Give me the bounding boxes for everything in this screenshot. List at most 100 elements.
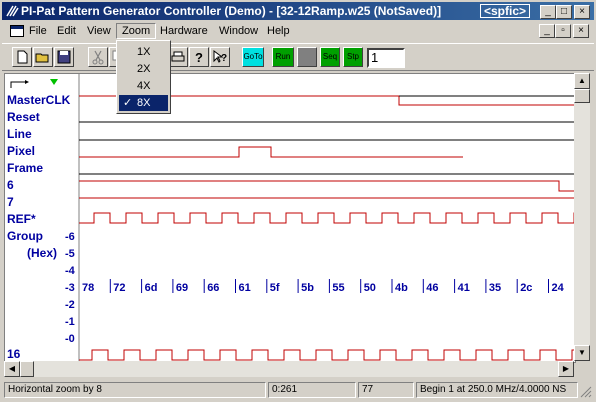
waveform-canvas[interactable]: MasterCLK Reset Line Pixel Frame 6 7 REF… xyxy=(5,74,575,362)
mdi-minimize-icon: _ xyxy=(544,25,550,36)
signal-label-line[interactable]: Line xyxy=(7,127,32,141)
toolbar: ? ? GoTo Run Seq Stp 1 xyxy=(2,43,594,71)
zoom-option-8x[interactable]: ✓ 8X xyxy=(119,95,168,111)
status-value: 77 xyxy=(358,382,414,398)
hex-value: 50 xyxy=(364,282,376,294)
pointer-help-icon: ? xyxy=(213,50,227,64)
hex-value: 69 xyxy=(176,282,188,294)
status-info: Begin 1 at 250.0 MHz/4.0000 NS xyxy=(416,382,578,398)
step-button[interactable]: Stp xyxy=(343,47,363,67)
scroll-down-button[interactable]: ▼ xyxy=(574,345,590,361)
signal-label-reset[interactable]: Reset xyxy=(7,110,40,124)
step-label: Stp xyxy=(346,52,359,61)
wave-ref xyxy=(79,212,575,224)
hex-value: 61 xyxy=(239,282,251,294)
signal-label-hex[interactable]: (Hex) xyxy=(27,246,57,260)
title-bar[interactable]: PI-Pat Pattern Generator Controller (Dem… xyxy=(2,2,594,20)
run-button[interactable]: Run xyxy=(272,47,294,67)
seq-button[interactable]: Seq xyxy=(320,47,340,67)
wave-6 xyxy=(79,180,575,192)
hex-value: 66 xyxy=(207,282,219,294)
scroll-right-button[interactable]: ▶ xyxy=(558,361,574,377)
question-icon: ? xyxy=(195,50,203,65)
cursor-marker-black[interactable] xyxy=(10,81,27,88)
scissors-icon xyxy=(92,50,104,65)
menu-edit[interactable]: Edit xyxy=(57,25,76,37)
hex-value: 24 xyxy=(552,282,565,294)
waveform-view[interactable]: MasterCLK Reset Line Pixel Frame 6 7 REF… xyxy=(4,73,576,363)
menu-view[interactable]: View xyxy=(87,25,111,37)
document-icon[interactable] xyxy=(10,25,24,37)
app-window: PI-Pat Pattern Generator Controller (Dem… xyxy=(0,0,596,402)
scroll-up-icon: ▲ xyxy=(578,76,586,85)
hex-value: 35 xyxy=(489,282,501,294)
group-axis-0: -0 xyxy=(65,333,75,345)
signal-label-16[interactable]: 16 xyxy=(7,347,21,361)
stop-button[interactable] xyxy=(297,47,317,67)
status-message: Horizontal zoom by 8 xyxy=(4,382,266,398)
resize-grip-icon[interactable] xyxy=(580,386,592,398)
status-position: 0:261 xyxy=(268,382,356,398)
hex-value: 78 xyxy=(82,282,94,294)
signal-label-pixel[interactable]: Pixel xyxy=(7,144,35,158)
zoom-option-4x[interactable]: 4X xyxy=(119,78,168,94)
new-button[interactable] xyxy=(12,47,32,67)
context-help-button[interactable]: ? xyxy=(210,47,230,67)
open-folder-icon xyxy=(35,53,49,63)
menu-hardware[interactable]: Hardware xyxy=(160,25,208,37)
hex-value: 5b xyxy=(301,282,314,294)
group-axis-5: -5 xyxy=(65,248,75,260)
signal-label-masterclk[interactable]: MasterCLK xyxy=(7,93,71,107)
zoom-option-1x[interactable]: 1X xyxy=(119,44,168,60)
vertical-scrollbar[interactable]: ▲ ▼ xyxy=(574,73,590,361)
signal-label-group[interactable]: Group xyxy=(7,229,43,243)
menu-window[interactable]: Window xyxy=(219,25,258,37)
save-button[interactable] xyxy=(54,47,74,67)
scroll-left-button[interactable]: ◀ xyxy=(4,361,20,377)
printer-icon xyxy=(171,51,185,62)
open-button[interactable] xyxy=(33,47,53,67)
maximize-icon: □ xyxy=(560,6,568,17)
about-button[interactable]: ? xyxy=(189,47,209,67)
mdi-close-button[interactable]: × xyxy=(573,24,589,38)
scroll-right-icon: ▶ xyxy=(562,364,570,373)
save-disk-icon xyxy=(57,50,71,64)
menu-help[interactable]: Help xyxy=(267,25,290,37)
new-file-icon xyxy=(17,50,28,64)
hex-value: 4b xyxy=(395,282,408,294)
signal-label-frame[interactable]: Frame xyxy=(7,161,43,175)
hex-value: 41 xyxy=(458,282,470,294)
app-icon xyxy=(6,5,19,17)
close-icon: × xyxy=(579,6,585,17)
cut-button[interactable] xyxy=(88,47,108,67)
menu-zoom[interactable]: Zoom xyxy=(116,23,157,39)
scroll-up-button[interactable]: ▲ xyxy=(574,73,590,89)
mdi-minimize-button[interactable]: _ xyxy=(539,24,555,38)
window-title: PI-Pat Pattern Generator Controller (Dem… xyxy=(21,4,442,18)
svg-text:?: ? xyxy=(221,53,227,64)
group-axis-4: -4 xyxy=(65,265,76,277)
signal-label-ref[interactable]: REF* xyxy=(7,212,36,226)
signal-label-7[interactable]: 7 xyxy=(7,195,14,209)
mdi-restore-button[interactable]: ▫ xyxy=(555,24,571,38)
signal-label-6[interactable]: 6 xyxy=(7,178,14,192)
horizontal-scroll-thumb[interactable] xyxy=(20,361,34,377)
step-count-input[interactable]: 1 xyxy=(367,48,405,68)
vertical-scroll-thumb[interactable] xyxy=(574,89,590,103)
horizontal-scrollbar[interactable]: ◀ ▶ xyxy=(4,361,574,377)
goto-button[interactable]: GoTo xyxy=(242,47,264,67)
zoom-option-2x[interactable]: 2X xyxy=(119,61,168,77)
group-axis-6: -6 xyxy=(65,231,75,243)
maximize-button[interactable]: □ xyxy=(556,5,572,19)
cursor-marker-green[interactable] xyxy=(50,79,58,85)
seq-label: Seq xyxy=(322,52,338,61)
group-axis-2: -2 xyxy=(65,299,75,311)
scroll-left-icon: ◀ xyxy=(8,364,16,373)
group-axis-1: -1 xyxy=(65,316,75,328)
hex-value: 6d xyxy=(145,282,158,294)
minimize-button[interactable]: _ xyxy=(540,5,556,19)
close-button[interactable]: × xyxy=(574,5,590,19)
menu-file[interactable]: File xyxy=(29,25,47,37)
print-button[interactable] xyxy=(168,47,188,67)
hex-value: 72 xyxy=(113,282,125,294)
